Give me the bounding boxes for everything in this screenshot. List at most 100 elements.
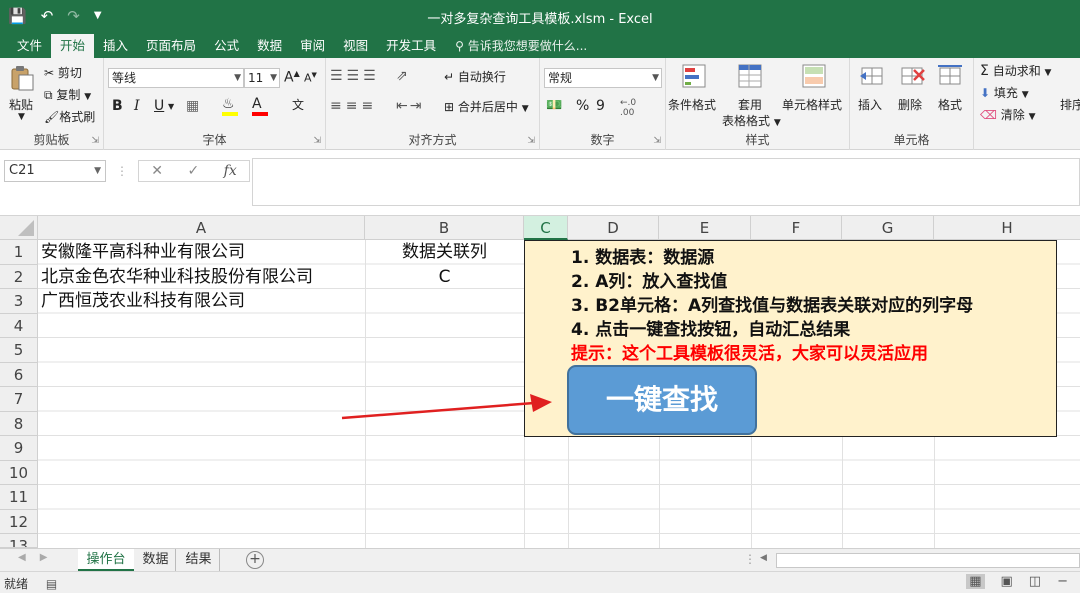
- vertical-align-icons[interactable]: ☰☰☰: [330, 68, 380, 84]
- column-header-a[interactable]: A: [38, 216, 365, 240]
- column-header-c[interactable]: C: [524, 216, 568, 240]
- comma-button[interactable]: 9: [596, 98, 605, 114]
- split-grip-icon[interactable]: ⋮: [744, 552, 756, 566]
- underline-button[interactable]: U: [154, 98, 164, 114]
- format-cells-icon[interactable]: [936, 62, 964, 90]
- horizontal-align-icons[interactable]: ≡≡≡: [330, 98, 377, 114]
- orientation-icon[interactable]: ⇗: [396, 68, 408, 84]
- row-header-12[interactable]: 12: [0, 509, 38, 534]
- row-header-10[interactable]: 10: [0, 460, 38, 485]
- phonetic-button[interactable]: 文: [292, 96, 304, 113]
- cell-b2[interactable]: C: [365, 265, 524, 289]
- column-header-e[interactable]: E: [659, 216, 751, 240]
- format-button[interactable]: 格式: [938, 96, 962, 113]
- row-header-9[interactable]: 9: [0, 436, 38, 461]
- tab-file[interactable]: 文件: [8, 34, 51, 58]
- paste-button[interactable]: 粘贴: [9, 96, 33, 113]
- cell-styles-button[interactable]: 单元格样式: [782, 96, 842, 113]
- column-header-f[interactable]: F: [751, 216, 842, 240]
- font-color-button[interactable]: A: [252, 96, 268, 116]
- add-sheet-icon[interactable]: +: [246, 551, 264, 569]
- scroll-left-icon[interactable]: ◀: [760, 553, 767, 563]
- shrink-font-button[interactable]: A▼: [304, 71, 317, 85]
- horizontal-scrollbar[interactable]: [776, 553, 1080, 568]
- insert-cells-icon[interactable]: [858, 62, 886, 90]
- enter-icon[interactable]: ✓: [187, 163, 199, 179]
- row-header-4[interactable]: 4: [0, 313, 38, 338]
- insert-button[interactable]: 插入: [858, 96, 882, 113]
- cell-a1[interactable]: 安徽隆平高科种业有限公司: [41, 240, 245, 264]
- insert-function-button[interactable]: fx: [224, 163, 237, 179]
- grow-font-button[interactable]: A▲: [284, 69, 300, 86]
- tab-data[interactable]: 数据: [248, 34, 291, 58]
- cell-styles-icon[interactable]: [800, 62, 828, 90]
- row-header-11[interactable]: 11: [0, 485, 38, 510]
- column-header-d[interactable]: D: [568, 216, 659, 240]
- merge-center-button[interactable]: ⊞ 合并后居中 ▼: [444, 98, 529, 115]
- cut-button[interactable]: ✂ 剪切: [44, 64, 82, 81]
- border-icon[interactable]: ▦: [186, 98, 199, 114]
- column-header-h[interactable]: H: [934, 216, 1080, 240]
- conditional-format-icon[interactable]: [680, 62, 708, 90]
- tab-home[interactable]: 开始: [51, 34, 95, 58]
- number-format-select[interactable]: 常规 ▼: [544, 68, 662, 88]
- sheet-tab-console[interactable]: 操作台: [78, 549, 134, 571]
- tab-page-layout[interactable]: 页面布局: [137, 34, 205, 58]
- page-break-view-icon[interactable]: ◫: [1029, 574, 1041, 589]
- macro-record-icon[interactable]: ▤: [46, 577, 57, 591]
- percent-button[interactable]: %: [576, 98, 589, 114]
- font-launcher-icon[interactable]: ⇲: [313, 136, 321, 146]
- cell-a3[interactable]: 广西恒茂农业科技有限公司: [41, 289, 245, 313]
- bold-button[interactable]: B: [112, 98, 123, 114]
- tab-formulas[interactable]: 公式: [205, 34, 248, 58]
- tab-developer[interactable]: 开发工具: [377, 34, 445, 58]
- chevron-down-icon[interactable]: ▼: [168, 102, 174, 111]
- number-launcher-icon[interactable]: ⇲: [653, 136, 661, 146]
- conditional-format-button[interactable]: 条件格式: [668, 96, 716, 113]
- sheet-tab-data[interactable]: 数据: [136, 549, 176, 571]
- format-painter-button[interactable]: 🖌格式刷: [44, 108, 95, 125]
- wrap-text-button[interactable]: ↵ 自动换行: [444, 68, 506, 85]
- row-header-5[interactable]: 5: [0, 338, 38, 363]
- row-header-7[interactable]: 7: [0, 387, 38, 412]
- sort-filter-button[interactable]: 排序: [1060, 96, 1080, 113]
- clear-button[interactable]: ⌫ 清除 ▼: [980, 106, 1036, 123]
- delete-button[interactable]: 删除: [898, 96, 922, 113]
- indent-icons[interactable]: ⇤⇥: [396, 98, 423, 114]
- cell-a2[interactable]: 北京金色农华种业科技股份有限公司: [41, 265, 313, 289]
- formula-input[interactable]: [252, 158, 1080, 206]
- italic-button[interactable]: I: [134, 98, 140, 114]
- delete-cells-icon[interactable]: [898, 62, 926, 90]
- format-table-button[interactable]: 套用: [738, 96, 762, 113]
- column-header-b[interactable]: B: [365, 216, 524, 240]
- decimal-icons[interactable]: ←.0.00: [620, 98, 636, 118]
- sheet-tab-result[interactable]: 结果: [178, 549, 220, 571]
- page-layout-view-icon[interactable]: ▣: [1001, 574, 1013, 589]
- format-table-button-line2[interactable]: 表格格式 ▼: [722, 112, 781, 129]
- autosum-button[interactable]: Σ 自动求和 ▼: [980, 62, 1051, 79]
- tab-view[interactable]: 视图: [334, 34, 377, 58]
- cell-b1[interactable]: 数据关联列: [365, 240, 524, 264]
- tab-review[interactable]: 审阅: [291, 34, 334, 58]
- row-header-6[interactable]: 6: [0, 362, 38, 387]
- row-header-2[interactable]: 2: [0, 264, 38, 289]
- format-table-icon[interactable]: [736, 62, 764, 90]
- row-header-3[interactable]: 3: [0, 289, 38, 314]
- column-header-g[interactable]: G: [842, 216, 934, 240]
- tell-me-box[interactable]: ⚲ 告诉我您想要做什么...: [455, 34, 587, 58]
- normal-view-icon[interactable]: ▦: [966, 574, 985, 589]
- paste-icon[interactable]: [8, 64, 36, 92]
- zoom-out-icon[interactable]: −: [1057, 574, 1068, 589]
- clipboard-launcher-icon[interactable]: ⇲: [91, 136, 99, 146]
- alignment-launcher-icon[interactable]: ⇲: [527, 136, 535, 146]
- tab-insert[interactable]: 插入: [94, 34, 137, 58]
- instructions-textbox[interactable]: 1. 数据表：数据源 2. A列：放入查找值 3. B2单元格：A列查找值与数据…: [524, 240, 1057, 437]
- name-box[interactable]: C21 ▼: [4, 160, 106, 182]
- paste-dropdown-icon[interactable]: ▼: [18, 112, 25, 122]
- currency-icon[interactable]: 💵: [546, 98, 562, 113]
- font-name-select[interactable]: 等线 ▼: [108, 68, 244, 88]
- fill-button[interactable]: ⬇ 填充 ▼: [980, 84, 1029, 101]
- cancel-icon[interactable]: ✕: [151, 163, 163, 179]
- fill-color-button[interactable]: ♨: [222, 96, 238, 116]
- row-header-1[interactable]: 1: [0, 240, 38, 265]
